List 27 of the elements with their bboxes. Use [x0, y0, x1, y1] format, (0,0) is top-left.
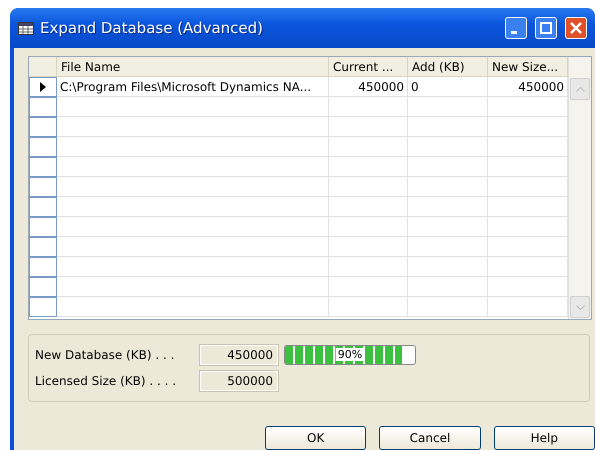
window-title: Expand Database (Advanced) — [40, 19, 264, 37]
close-button[interactable] — [565, 17, 587, 39]
field-label: Licensed Size (KB) . . . . — [35, 374, 178, 388]
minimize-icon — [511, 30, 517, 34]
dialog-button[interactable]: Cancel — [379, 426, 481, 450]
close-icon — [570, 22, 582, 34]
table-cell: C:\Program Files\Microsoft Dynamics NA... — [57, 77, 329, 97]
progress-reading: 90% — [336, 348, 364, 361]
column-header[interactable]: Current ... — [329, 57, 408, 77]
column-header[interactable]: Add (KB) — [408, 57, 488, 77]
table-cell: 450000 — [329, 77, 408, 97]
column-header[interactable]: File Name — [57, 57, 329, 77]
maximize-icon — [540, 22, 552, 34]
scrollbar[interactable] — [568, 57, 591, 319]
table-icon — [18, 22, 34, 34]
corner-header — [29, 57, 57, 77]
column-header[interactable]: New Size... — [488, 57, 568, 77]
row-selector[interactable] — [29, 77, 57, 97]
table-cell: 0 — [408, 77, 488, 97]
field-label: New Database (KB) . . . — [35, 348, 176, 362]
value-field: 500000 — [200, 371, 278, 391]
maximize-button[interactable] — [535, 17, 557, 39]
minimize-button[interactable] — [505, 17, 527, 39]
current-row-icon — [40, 82, 46, 92]
dialog-button[interactable]: OK — [265, 426, 366, 450]
value-field: 450000 — [200, 345, 278, 365]
dialog-button[interactable]: Help — [494, 426, 595, 450]
